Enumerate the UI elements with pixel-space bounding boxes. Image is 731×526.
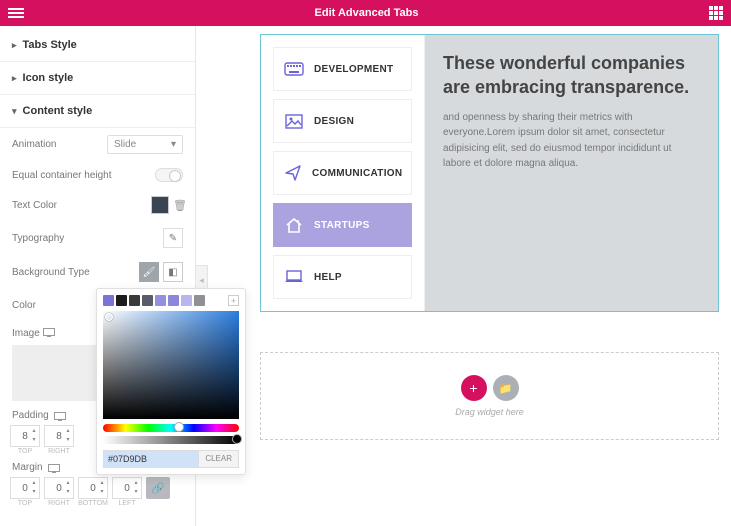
equal-height-label: Equal container height <box>12 170 155 181</box>
caret-right-icon: ▸ <box>12 40 17 51</box>
keyboard-icon <box>284 59 304 79</box>
alpha-slider[interactable] <box>103 436 239 444</box>
add-section-button[interactable]: + <box>461 375 487 401</box>
hue-handle[interactable] <box>174 422 184 432</box>
tab-label: DESIGN <box>314 116 354 127</box>
tab-label: HELP <box>314 272 342 283</box>
template-library-button[interactable]: 📁 <box>493 375 519 401</box>
bg-type-label: Background Type <box>12 267 139 278</box>
equal-height-toggle[interactable] <box>155 168 183 182</box>
caret-down-icon: ▾ <box>12 106 17 117</box>
clear-button[interactable]: CLEAR <box>198 451 238 467</box>
tab-item[interactable]: HELP <box>273 255 412 299</box>
trash-icon[interactable]: 🗑 <box>173 199 183 211</box>
preset-swatch[interactable] <box>181 295 192 306</box>
responsive-icon[interactable] <box>54 412 66 420</box>
text-color-label: Text Color <box>12 200 151 211</box>
hue-slider[interactable] <box>103 424 239 432</box>
add-preset-button[interactable]: + <box>228 295 239 306</box>
typography-label: Typography <box>12 233 163 244</box>
margin-left-input[interactable]: 0▴▾ <box>112 477 142 499</box>
color-saturation-area[interactable] <box>103 311 239 419</box>
tab-item[interactable]: DESIGN <box>273 99 412 143</box>
responsive-icon[interactable] <box>43 328 55 336</box>
color-picker: + #07D9DB CLEAR <box>96 288 246 475</box>
text-color-swatch[interactable] <box>151 196 169 214</box>
alpha-handle[interactable] <box>232 434 242 444</box>
preset-swatch[interactable] <box>194 295 205 306</box>
section-content-style[interactable]: ▾Content style <box>0 95 195 128</box>
section-icon-style[interactable]: ▸Icon style <box>0 62 195 95</box>
tab-item[interactable]: DEVELOPMENT <box>273 47 412 91</box>
bg-type-classic[interactable]: 🖌 <box>139 262 159 282</box>
menu-icon[interactable] <box>8 8 24 18</box>
plane-icon <box>284 163 302 183</box>
margin-label: Margin <box>12 462 43 473</box>
tab-label: COMMUNICATION <box>312 168 402 179</box>
laptop-icon <box>284 267 304 287</box>
preset-swatch[interactable] <box>116 295 127 306</box>
preset-swatch[interactable] <box>129 295 140 306</box>
section-tabs-style[interactable]: ▸Tabs Style <box>0 29 195 62</box>
margin-top-input[interactable]: 0▴▾ <box>10 477 40 499</box>
preset-swatch[interactable] <box>155 295 166 306</box>
margin-right-input[interactable]: 0▴▾ <box>44 477 74 499</box>
dropzone-label: Drag widget here <box>455 407 524 417</box>
caret-right-icon: ▸ <box>12 73 17 84</box>
home-icon <box>284 215 304 235</box>
link-values-button[interactable]: 🔗 <box>146 477 170 499</box>
sv-cursor[interactable] <box>105 313 113 321</box>
tab-label: STARTUPS <box>314 220 370 231</box>
tab-item[interactable]: COMMUNICATION <box>273 151 412 195</box>
apps-icon[interactable] <box>709 6 723 20</box>
typography-edit[interactable]: ✎ <box>163 228 183 248</box>
tab-item[interactable]: STARTUPS <box>273 203 412 247</box>
tab-label: DEVELOPMENT <box>314 64 393 75</box>
padding-top-input[interactable]: 8▴▾ <box>10 425 40 447</box>
bg-type-gradient[interactable]: ◧ <box>163 262 183 282</box>
preset-swatch[interactable] <box>168 295 179 306</box>
chevron-down-icon: ▾ <box>171 139 176 150</box>
padding-label: Padding <box>12 410 49 421</box>
padding-right-input[interactable]: 8▴▾ <box>44 425 74 447</box>
animation-select[interactable]: Slide▾ <box>107 135 183 154</box>
widget-dropzone[interactable]: + 📁 Drag widget here <box>260 352 719 440</box>
tab-content-body: and openness by sharing their metrics wi… <box>443 110 700 172</box>
tab-content-title: These wonderful companies are embracing … <box>443 51 700 100</box>
preset-swatch[interactable] <box>142 295 153 306</box>
animation-label: Animation <box>12 139 107 150</box>
preset-swatch[interactable] <box>103 295 114 306</box>
hex-input[interactable]: #07D9DB <box>104 451 198 467</box>
panel-title: Edit Advanced Tabs <box>24 7 709 19</box>
image-icon <box>284 111 304 131</box>
advanced-tabs-widget[interactable]: DEVELOPMENT DESIGN COMMUNICATION STARTUPS HE… <box>260 34 719 312</box>
responsive-icon[interactable] <box>48 464 60 472</box>
margin-bottom-input[interactable]: 0▴▾ <box>78 477 108 499</box>
